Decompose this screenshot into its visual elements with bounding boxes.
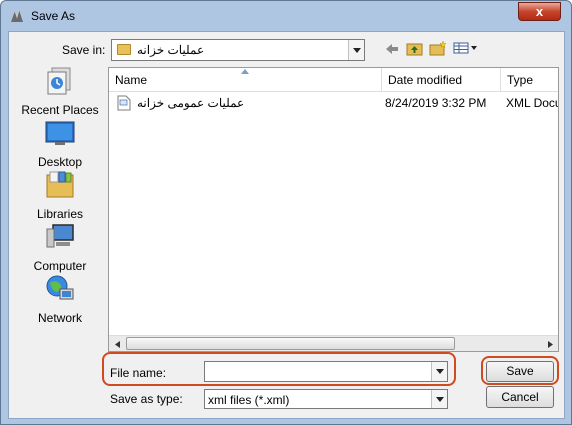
column-header-date[interactable]: Date modified <box>382 68 501 92</box>
table-row[interactable]: عمليات عمومی خزانه 8/24/2019 3:32 PM XML… <box>109 92 558 114</box>
place-label: Desktop <box>37 155 83 169</box>
save-as-dialog: Save As x Save in: عمليات خزانه Recent P… <box>0 0 572 425</box>
save-button[interactable]: Save <box>486 361 554 382</box>
horizontal-scrollbar[interactable] <box>109 335 558 351</box>
place-label: Network <box>37 311 82 325</box>
save-in-value: عمليات خزانه <box>137 43 205 57</box>
place-label: Computer <box>33 259 87 273</box>
sort-ascending-icon <box>241 69 249 74</box>
libraries-icon <box>46 171 74 198</box>
place-desktop[interactable]: Desktop <box>15 117 105 169</box>
place-network[interactable]: Network <box>15 273 105 325</box>
window-title: Save As <box>31 9 76 23</box>
desktop-icon <box>45 121 75 145</box>
save-in-label: Save in: <box>62 43 106 57</box>
recent-places-icon <box>47 67 71 95</box>
save-as-type-label: Save as type: <box>110 392 183 406</box>
app-icon <box>11 9 23 22</box>
save-as-type-value: xml files (*.xml) <box>208 393 290 407</box>
file-name-label: File name: <box>110 366 167 380</box>
scrollbar-thumb[interactable] <box>126 337 455 350</box>
back-arrow-icon[interactable] <box>385 43 399 55</box>
chevron-down-icon[interactable] <box>431 362 447 381</box>
title-bar: Save As x <box>1 1 571 31</box>
chevron-down-icon[interactable] <box>431 390 447 408</box>
computer-icon <box>46 224 74 248</box>
file-name-combo[interactable] <box>204 361 448 382</box>
date-modified-cell: 8/24/2019 3:32 PM <box>385 96 487 110</box>
scroll-left-icon[interactable] <box>109 336 125 351</box>
file-name-cell: عمليات عمومی خزانه <box>137 96 245 110</box>
dialog-body: Save in: عمليات خزانه Recent Places Desk… <box>8 31 565 419</box>
type-cell: XML Docu <box>506 96 558 110</box>
view-menu-icon[interactable] <box>453 42 477 54</box>
file-name-input[interactable] <box>205 362 429 381</box>
cancel-button[interactable]: Cancel <box>486 386 554 408</box>
xml-file-icon <box>117 95 131 111</box>
place-libraries[interactable]: Libraries <box>15 169 105 221</box>
column-header-name[interactable]: Name <box>109 68 382 92</box>
up-folder-icon[interactable] <box>406 41 423 56</box>
save-as-type-dropdown[interactable]: xml files (*.xml) <box>204 389 448 409</box>
file-list[interactable]: Name Date modified Type عمليات عمومی خزا… <box>108 67 559 352</box>
network-icon <box>46 275 74 300</box>
place-recent-places[interactable]: Recent Places <box>15 65 105 117</box>
new-folder-icon[interactable] <box>429 40 447 56</box>
save-in-dropdown[interactable]: عمليات خزانه <box>111 39 365 61</box>
place-computer[interactable]: Computer <box>15 221 105 273</box>
column-header-type[interactable]: Type <box>501 68 558 92</box>
scroll-right-icon[interactable] <box>542 336 558 351</box>
chevron-down-icon[interactable] <box>348 40 364 60</box>
places-bar: Recent Places Desktop Libraries Computer… <box>15 65 105 335</box>
folder-icon <box>117 44 131 55</box>
place-label: Recent Places <box>21 103 99 117</box>
place-label: Libraries <box>36 207 84 221</box>
close-button[interactable]: x <box>518 2 561 21</box>
